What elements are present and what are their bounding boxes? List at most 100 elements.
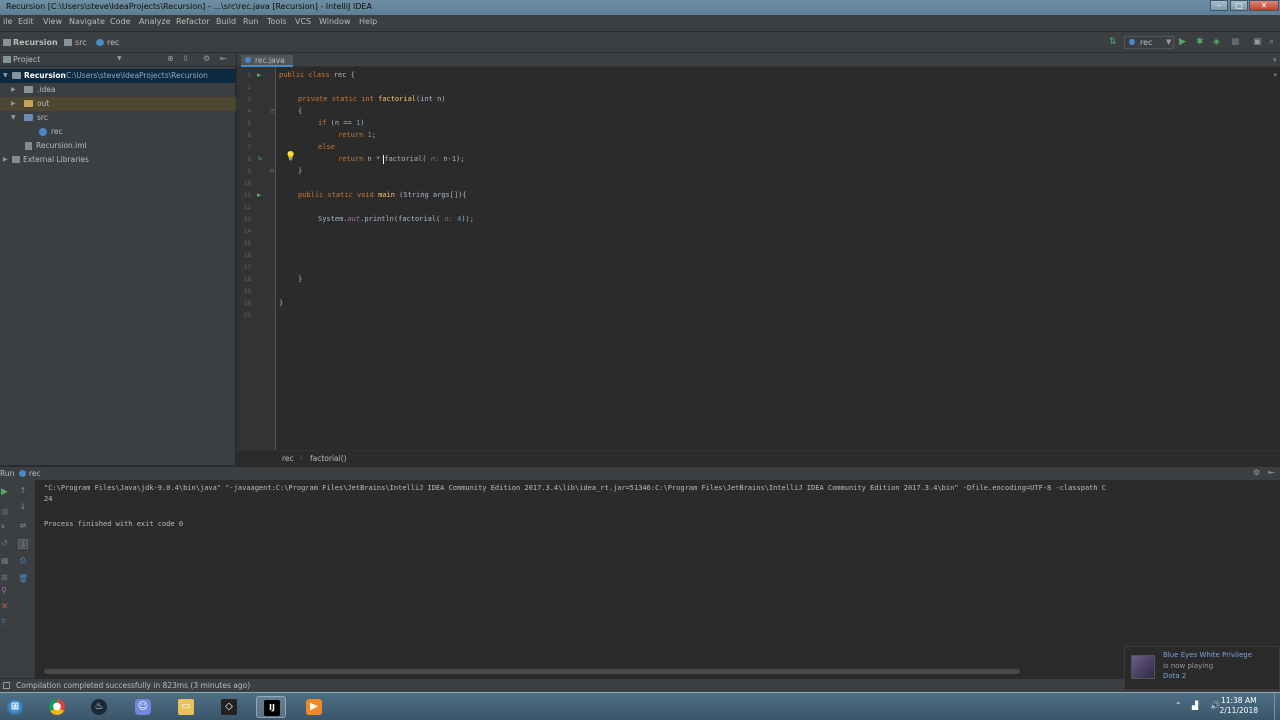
- run-config-select[interactable]: rec ▼: [1124, 36, 1174, 49]
- taskbar-intellij[interactable]: IJ: [256, 696, 286, 718]
- gear-icon[interactable]: ⚙: [1253, 468, 1260, 477]
- lightbulb-icon[interactable]: 💡: [285, 152, 296, 162]
- hide-icon[interactable]: ⇤: [220, 54, 227, 63]
- breadcrumb-project[interactable]: Recursion: [13, 38, 58, 47]
- code-line-8: return n * factorial( n: n-1);: [338, 155, 465, 163]
- coverage-icon[interactable]: ◈: [1213, 38, 1220, 47]
- build-icon[interactable]: ⇅: [1109, 38, 1117, 47]
- minimize-button[interactable]: –: [1210, 0, 1228, 11]
- expand-arrow-icon: ▶: [3, 156, 8, 163]
- tree-item-out[interactable]: ▶ out: [0, 97, 236, 111]
- run-icon[interactable]: ▶: [1179, 38, 1186, 47]
- game-activity-notification[interactable]: Blue Eyes White Privilege is now playing…: [1124, 646, 1280, 690]
- class-icon: [245, 57, 251, 63]
- menu-window[interactable]: Window: [319, 17, 351, 26]
- close-button[interactable]: ✕: [1249, 0, 1279, 11]
- fold-icon[interactable]: ⊟: [270, 107, 274, 115]
- scroll-to-end-icon[interactable]: ⇩: [18, 539, 28, 549]
- tray-overflow-icon[interactable]: ⌃: [1175, 701, 1182, 710]
- print-icon[interactable]: ⎙: [18, 556, 28, 566]
- code-line-9: }: [298, 167, 303, 175]
- menu-navigate[interactable]: Navigate: [69, 17, 105, 26]
- maximize-button[interactable]: □: [1230, 0, 1248, 11]
- settings-icon[interactable]: ⊞: [1, 573, 8, 582]
- tree-item-idea[interactable]: ▶ .idea: [0, 83, 236, 97]
- tool-window-toggle-icon[interactable]: [3, 682, 10, 689]
- run-gutter-icon[interactable]: ▶: [257, 191, 261, 199]
- breadcrumb-method[interactable]: factorial(): [310, 454, 347, 463]
- stop-icon[interactable]: ■: [1, 507, 9, 516]
- class-icon: [1129, 39, 1135, 45]
- menu-vcs[interactable]: VCS: [295, 17, 311, 26]
- menu-run[interactable]: Run: [243, 17, 258, 26]
- menu-code[interactable]: Code: [110, 17, 130, 26]
- rerun-icon[interactable]: ▶: [1, 487, 8, 497]
- tab-menu-icon[interactable]: ▾: [1273, 56, 1277, 64]
- pin-icon[interactable]: ⚲: [1, 586, 7, 595]
- taskbar-unity[interactable]: ◇: [214, 696, 244, 718]
- taskbar: ⊞ ● ♨ ☺ ▭ ◇ IJ ▶ ⌃ ▟ 🔊 11:38 AM 2/11/201…: [0, 692, 1280, 720]
- line-number: 16: [243, 252, 251, 259]
- taskbar-media[interactable]: ▶: [299, 696, 329, 718]
- gear-icon[interactable]: ⚙: [203, 54, 210, 63]
- project-structure-icon[interactable]: ▣: [1253, 38, 1262, 47]
- volume-icon[interactable]: 🔊: [1210, 701, 1220, 710]
- hide-icon[interactable]: ⇤: [1268, 468, 1275, 477]
- tree-item-iml[interactable]: Recursion.iml: [0, 139, 236, 153]
- tree-item-rec[interactable]: rec: [0, 125, 236, 139]
- tree-label: Recursion: [24, 71, 66, 80]
- up-arrow-icon[interactable]: ↑: [18, 486, 28, 496]
- search-icon[interactable]: ⌕: [1269, 38, 1274, 47]
- tree-item-recursion[interactable]: ▼ Recursion C:\Users\steve\IdeaProjects\…: [0, 69, 236, 83]
- fold-icon[interactable]: ⊟: [270, 167, 274, 175]
- show-desktop-button[interactable]: [1274, 693, 1280, 720]
- chevron-down-icon[interactable]: ▼: [117, 55, 122, 62]
- project-view-label[interactable]: Project: [13, 55, 40, 64]
- soft-wrap-icon[interactable]: ⇌: [18, 521, 28, 531]
- breadcrumb-class[interactable]: rec: [282, 454, 294, 463]
- notification-status: is now playing: [1163, 662, 1214, 670]
- code-editor[interactable]: public class rec { private static int fa…: [276, 67, 1280, 450]
- windows-icon: ⊞: [7, 699, 23, 715]
- menu-analyze[interactable]: Analyze: [139, 17, 171, 26]
- horizontal-scrollbar[interactable]: [44, 669, 1020, 674]
- tree-item-external-libraries[interactable]: ▶ External Libraries: [0, 153, 236, 167]
- taskbar-explorer[interactable]: ▭: [171, 696, 201, 718]
- stop-icon[interactable]: ■: [1231, 38, 1240, 47]
- menu-tools[interactable]: Tools: [267, 17, 287, 26]
- tree-item-src[interactable]: ▼ src: [0, 111, 236, 125]
- breadcrumb-rec[interactable]: rec: [107, 38, 119, 47]
- pause-icon[interactable]: ⏸: [1, 522, 5, 532]
- target-icon[interactable]: ⊕: [167, 54, 174, 63]
- restore-layout-icon[interactable]: ↺: [1, 539, 8, 548]
- tray-clock[interactable]: 11:38 AM 2/11/2018: [1220, 696, 1258, 716]
- taskbar-discord[interactable]: ☺: [128, 696, 158, 718]
- line-number: 15: [243, 240, 251, 247]
- console-output[interactable]: "C:\Program Files\Java\jdk-9.0.4\bin\jav…: [36, 480, 1280, 678]
- trash-icon[interactable]: 🗑: [18, 574, 28, 584]
- project-panel-header: Project ▼ ⊕ ⇳ ⚙ ⇤: [0, 53, 236, 67]
- taskbar-steam[interactable]: ♨: [84, 696, 114, 718]
- tab-rec-java[interactable]: rec.java: [241, 55, 293, 67]
- start-button[interactable]: ⊞: [0, 696, 30, 718]
- menu-edit[interactable]: Edit: [18, 17, 34, 26]
- run-gutter-icon[interactable]: ▶: [257, 71, 261, 79]
- menu-build[interactable]: Build: [216, 17, 236, 26]
- run-tab-label[interactable]: rec: [29, 469, 41, 478]
- dump-threads-icon[interactable]: ▦: [1, 556, 9, 565]
- collapse-icon[interactable]: ⇳: [182, 54, 189, 63]
- menu-help[interactable]: Help: [359, 17, 377, 26]
- status-bar: Compilation completed successfully in 82…: [0, 678, 1280, 692]
- close-icon[interactable]: ✕: [1, 602, 9, 612]
- debug-icon[interactable]: ✱: [1196, 38, 1204, 47]
- network-icon[interactable]: ▟: [1192, 701, 1198, 710]
- down-arrow-icon[interactable]: ↓: [18, 502, 28, 512]
- menu-view[interactable]: View: [43, 17, 62, 26]
- help-icon[interactable]: ?: [1, 618, 5, 627]
- taskbar-chrome[interactable]: ●: [42, 696, 72, 718]
- clock-time: 11:38 AM: [1220, 696, 1257, 705]
- menu-file[interactable]: ile: [3, 17, 12, 26]
- menu-refactor[interactable]: Refactor: [176, 17, 210, 26]
- code-line-18: }: [298, 275, 303, 283]
- breadcrumb-src[interactable]: src: [75, 38, 87, 47]
